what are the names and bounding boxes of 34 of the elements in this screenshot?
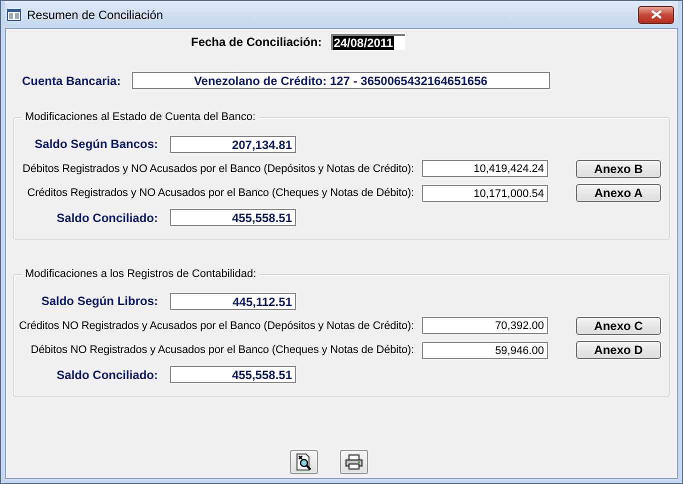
print-preview-button[interactable]	[290, 450, 318, 474]
form-icon	[7, 8, 21, 20]
balance-field[interactable]: 207,134.81	[170, 136, 296, 153]
group-title: Modificaciones al Estado de Cuenta del Banco:	[22, 111, 259, 123]
balance-label: Saldo Conciliado:	[56, 368, 158, 382]
adjustment-label: Débitos Registrados y NO Acusados por el Banco (Depósitos y Notas de Crédito):	[22, 162, 414, 175]
annex-button[interactable]: Anexo B	[576, 160, 661, 178]
account-label: Cuenta Bancaria:	[22, 74, 121, 88]
account-field[interactable]: Venezolano de Crédito: 127 - 3650065432164651656	[132, 72, 550, 89]
balance-label: Saldo Según Libros:	[40, 294, 158, 308]
balance-label: Saldo Según Bancos:	[34, 137, 158, 152]
annex-button[interactable]: Anexo A	[576, 184, 661, 202]
adjustment-label: Créditos NO Registrados y Acusados por el Banco (Depósitos y Notas de Crédito):	[18, 320, 414, 332]
printer-icon	[345, 454, 363, 470]
amount-field[interactable]: 10,419,424.24	[422, 160, 548, 178]
amount-field[interactable]: 70,392.00	[422, 317, 548, 334]
amount-field[interactable]: 59,946.00	[422, 342, 548, 359]
close-icon	[650, 10, 662, 19]
annex-button[interactable]: Anexo D	[576, 341, 661, 360]
adjustment-label: Créditos Registrados y NO Acusados por el Banco (Cheques y Notas de Débito):	[26, 187, 414, 200]
amount-field[interactable]: 10,171,000.54	[422, 184, 548, 202]
print-button[interactable]	[340, 450, 368, 474]
date-field[interactable]: 24/08/2011	[330, 34, 405, 50]
balance-field[interactable]: 445,112.51	[170, 292, 296, 310]
balance-field[interactable]: 455,558.51	[170, 366, 296, 384]
magnifier-icon	[295, 453, 313, 471]
window-title: Resumen de Conciliación	[27, 8, 164, 22]
group-title: Modificaciones a los Registros de Contabilidad:	[22, 268, 260, 280]
date-label: Fecha de Conciliación:	[191, 35, 322, 49]
annex-button[interactable]: Anexo C	[576, 316, 661, 335]
adjustment-label: Débitos NO Registrados y Acusados por el Banco (Cheques y Notas de Débito):	[30, 344, 414, 356]
balance-label: Saldo Conciliado:	[56, 210, 158, 225]
close-button[interactable]	[638, 6, 674, 24]
balance-field[interactable]: 455,558.51	[170, 209, 296, 226]
